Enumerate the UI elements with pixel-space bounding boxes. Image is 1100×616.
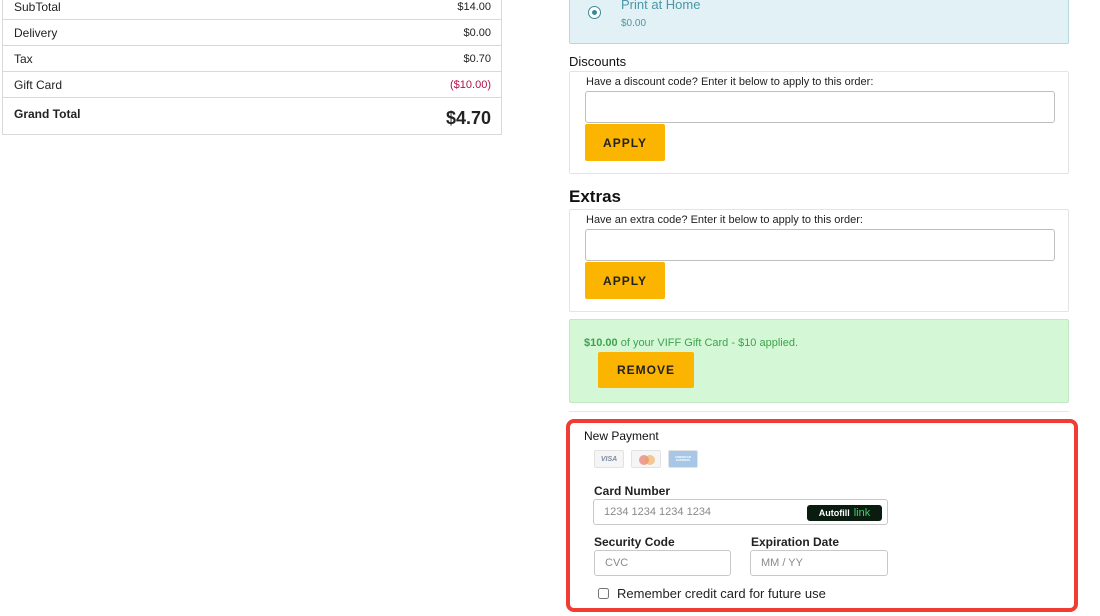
summary-label: Gift Card [14,77,63,92]
gift-card-message: $10.00 of your VIFF Gift Card - $10 appl… [584,337,798,349]
security-code-label: Security Code [594,535,675,549]
summary-label: Tax [14,51,33,66]
discount-code-box: Have a discount code? Enter it below to … [569,71,1069,174]
extra-code-box: Have an extra code? Enter it below to ap… [569,209,1069,312]
amex-card-icon: AMERICAN EXPRESS [668,450,698,468]
summary-value: $0.70 [463,52,491,65]
discounts-label: Discounts [569,54,627,69]
mastercard-icon [631,450,661,468]
discount-hint: Have a discount code? Enter it below to … [586,76,874,88]
grand-total-label: Grand Total [14,107,81,121]
summary-row-gift-card: Gift Card ($10.00) [2,72,502,98]
summary-value: $14.00 [457,1,491,13]
expiration-date-label: Expiration Date [751,535,840,549]
summary-label: Delivery [14,25,58,40]
extra-code-input[interactable] [585,229,1055,261]
remember-card-option[interactable]: Remember credit card for future use [598,586,826,601]
gift-card-amount: $10.00 [584,337,618,349]
new-payment-title: New Payment [584,429,659,443]
delivery-radio-selected[interactable] [588,6,601,19]
card-number-label: Card Number [594,484,671,498]
security-code-input[interactable] [594,550,731,576]
gift-card-applied-notice: $10.00 of your VIFF Gift Card - $10 appl… [569,319,1069,403]
summary-row-delivery: Delivery $0.00 [2,20,502,46]
summary-label: SubTotal [14,0,61,14]
summary-row-tax: Tax $0.70 [2,46,502,72]
extra-hint: Have an extra code? Enter it below to ap… [586,214,863,226]
summary-value: ($10.00) [450,78,491,91]
autofill-label: Autofill [818,508,850,518]
remember-card-label: Remember credit card for future use [617,586,826,601]
grand-total-value: $4.70 [445,108,491,128]
accepted-cards: VISA AMERICAN EXPRESS [594,450,698,468]
gift-card-text: of your VIFF Gift Card - $10 applied. [617,337,799,349]
delivery-option-print-at-home[interactable]: Print at Home $0.00 [569,0,1069,44]
link-logo: link [853,507,871,519]
delivery-option-name: Print at Home [621,0,701,12]
remember-card-checkbox[interactable] [598,588,609,599]
gift-card-remove-button[interactable]: REMOVE [598,352,694,388]
summary-row-subtotal: SubTotal $14.00 [2,0,502,20]
discount-code-input[interactable] [585,91,1055,123]
discount-apply-button[interactable]: APPLY [585,124,665,161]
expiration-date-input[interactable] [750,550,888,576]
delivery-option-price: $0.00 [621,18,647,29]
summary-row-grand-total: Grand Total $4.70 [2,98,502,135]
order-summary: SubTotal $14.00 Delivery $0.00 Tax $0.70… [2,0,502,135]
summary-value: $0.00 [463,26,491,39]
extra-apply-button[interactable]: APPLY [585,262,665,299]
visa-card-icon: VISA [594,450,624,468]
extras-heading: Extras [569,187,621,206]
autofill-link-button[interactable]: Autofill link [807,505,882,521]
